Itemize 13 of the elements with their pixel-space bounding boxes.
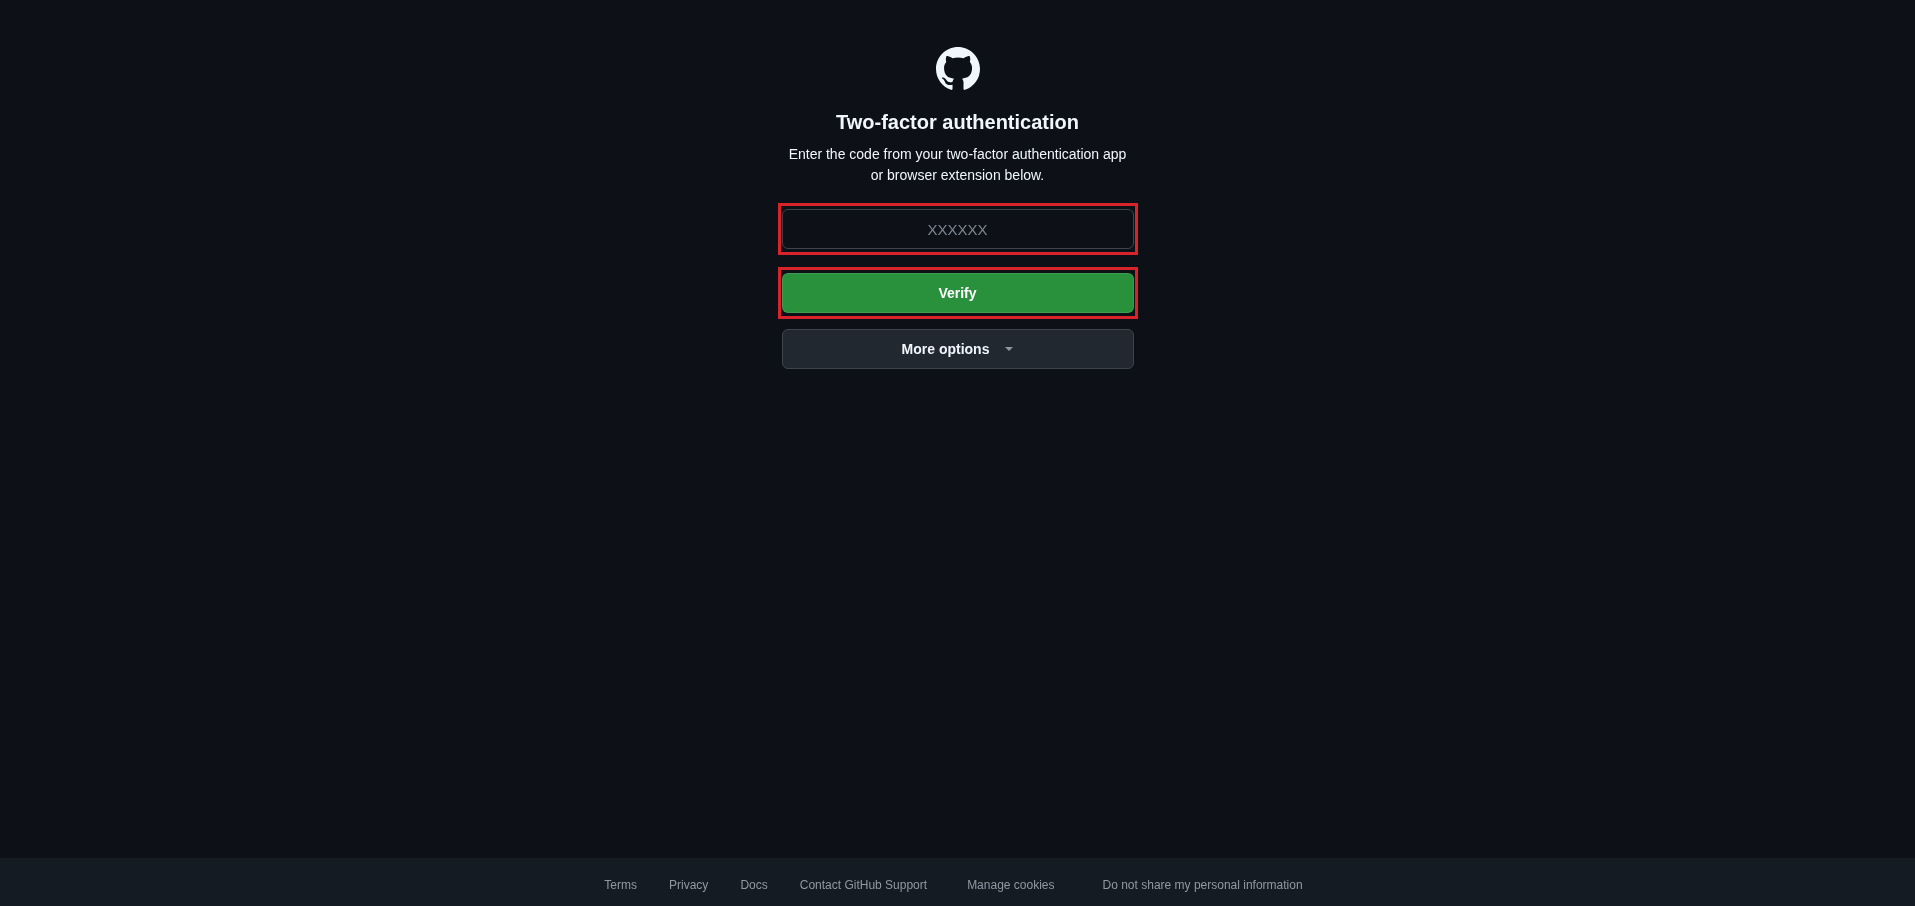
footer-link[interactable]: Terms <box>604 875 638 894</box>
footer-link[interactable]: Contact GitHub Support <box>799 875 928 894</box>
instructions-text: Enter the code from your two-factor authentication app or browser extension below. <box>788 145 1127 185</box>
footer-button[interactable]: Manage cookies <box>959 875 1063 894</box>
more-options-button[interactable]: More options <box>781 329 1134 369</box>
cat-logo-icon[interactable] <box>935 47 980 91</box>
footer-link[interactable]: Privacy <box>669 875 709 894</box>
page-title: Two-factor authentication <box>836 110 1079 135</box>
caret-icon <box>1005 347 1014 351</box>
verify-button[interactable]: Verify <box>781 273 1134 313</box>
footer-button[interactable]: Do not share my personal information <box>1094 875 1311 894</box>
code-input-field[interactable]: XXXXXX <box>781 209 1134 249</box>
footer-link[interactable]: Docs <box>740 875 768 894</box>
